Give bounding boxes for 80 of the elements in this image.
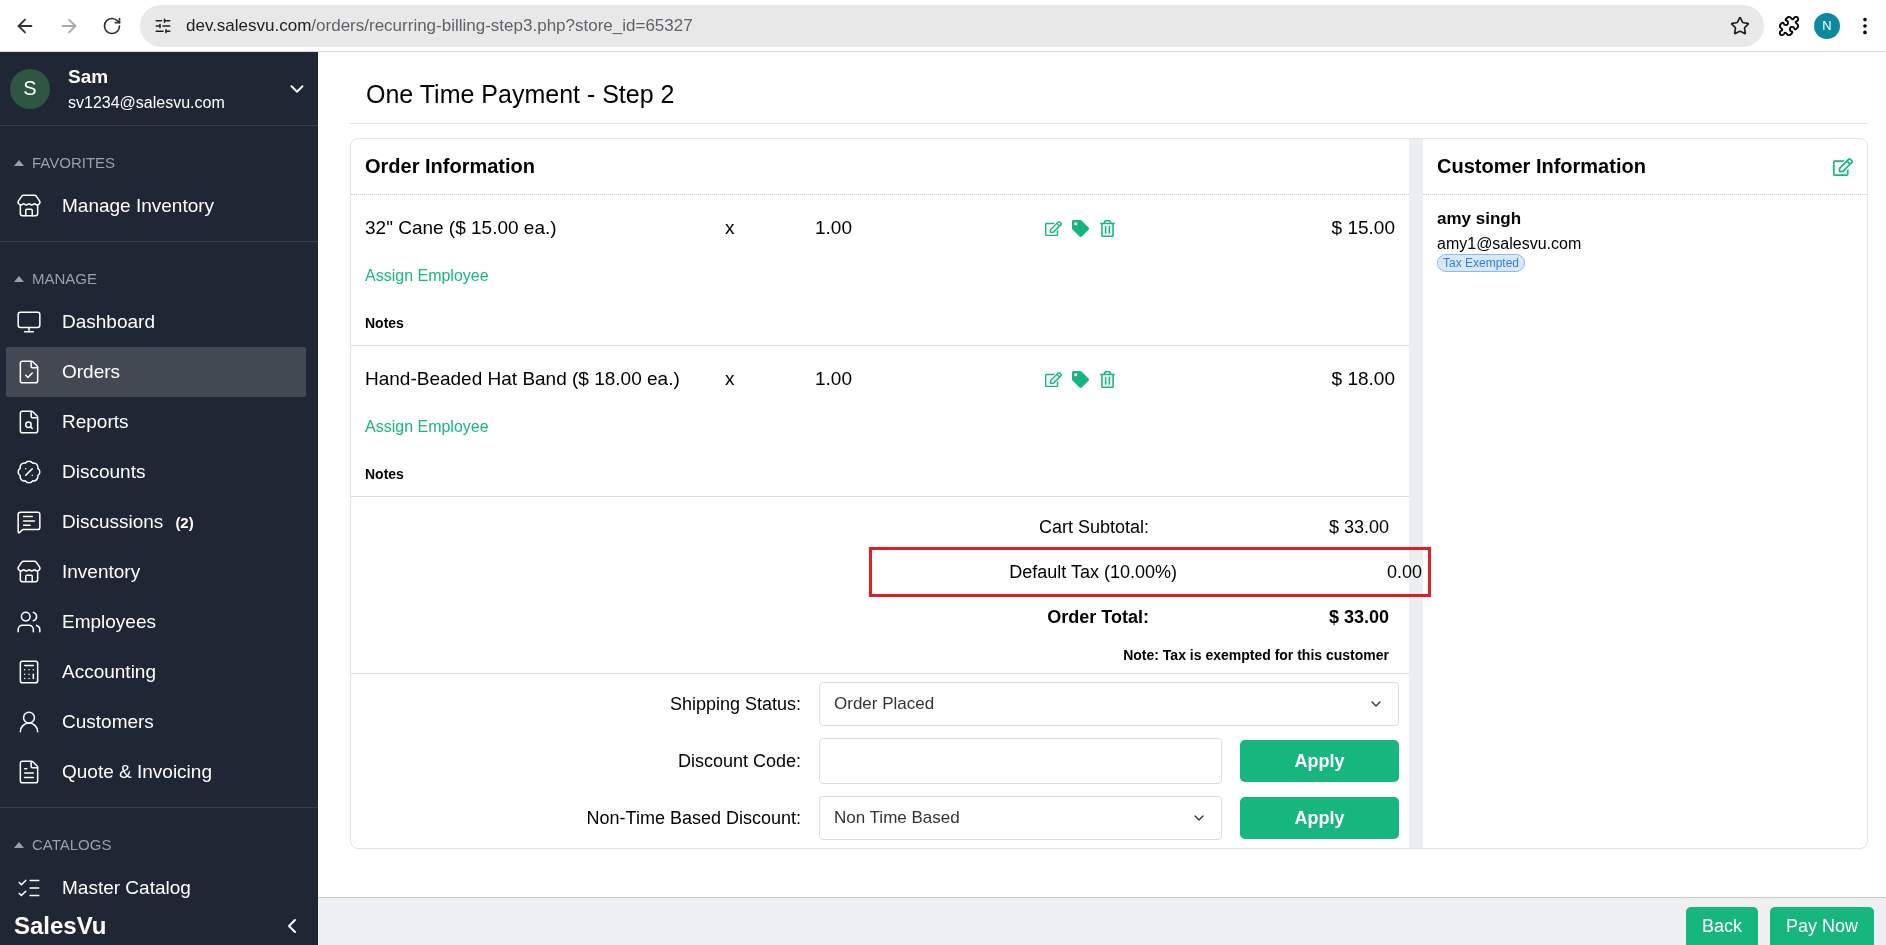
nav-label: Quote & Invoicing	[62, 761, 212, 783]
times-sign: x	[725, 217, 736, 239]
nav-label: Master Catalog	[62, 877, 191, 899]
count-label: (2)	[175, 513, 194, 531]
select-field[interactable]: Order Placed	[819, 682, 1399, 726]
bookmark-star-icon[interactable]	[1730, 15, 1750, 36]
nav-label: Reports	[62, 411, 129, 433]
nav-item[interactable]: Dashboard	[6, 297, 306, 347]
site-settings-icon[interactable]	[154, 16, 172, 35]
notes-label: Notes	[365, 315, 405, 331]
tax-note: Note: Tax is exempted for this customer	[1123, 647, 1389, 663]
total-label: Cart Subtotal:	[1037, 516, 1149, 538]
field-label: Shipping Status:	[668, 693, 801, 715]
nav-item[interactable]: Master Catalog	[6, 863, 306, 907]
customer-email: amy1@salesvu.com	[1437, 235, 1583, 253]
nav-item[interactable]: Discussions (2)	[6, 497, 306, 547]
user-email: sv1234@salesvu.com	[68, 93, 226, 112]
logo: SalesVu	[14, 912, 107, 940]
nav-item[interactable]: Employees	[6, 597, 306, 647]
profile-avatar[interactable]: N	[1814, 12, 1840, 39]
item-name: 32" Cane ($ 15.00 ea.)	[365, 217, 558, 239]
nav-icon	[16, 193, 42, 219]
nav-item[interactable]: Manage Inventory	[6, 181, 306, 231]
page-title: One Time Payment - Step 2	[350, 52, 1868, 124]
total-value: 0.00	[1385, 561, 1422, 583]
trash-icon[interactable]	[1099, 219, 1116, 237]
nav-label: Inventory	[62, 561, 141, 583]
field-label: Non-Time Based Discount:	[585, 807, 801, 829]
total-value: $ 33.00	[1327, 606, 1389, 628]
section-heading[interactable]: FAVORITES	[0, 140, 318, 181]
nav-item[interactable]: Reports	[6, 397, 306, 447]
notes-label: Notes	[365, 466, 405, 482]
item-quantity: 1.00	[815, 368, 853, 390]
field-label: Discount Code:	[676, 750, 801, 772]
nav-label: Manage Inventory	[62, 195, 215, 217]
times-sign: x	[725, 368, 736, 390]
nav-icon	[16, 459, 42, 485]
nav-label: Dashboard	[62, 311, 155, 333]
nav-item[interactable]: Inventory	[6, 547, 306, 597]
nav-item[interactable]: Orders	[6, 347, 306, 397]
item-total: $ 15.00	[1330, 217, 1395, 239]
item-name: Hand-Beaded Hat Band ($ 18.00 ea.)	[365, 368, 681, 390]
section-heading[interactable]: CATALOGS	[0, 822, 318, 863]
user-avatar: S	[10, 68, 50, 109]
nav-icon	[16, 559, 42, 585]
total-label: Order Total:	[1046, 606, 1149, 628]
reload-icon	[102, 15, 122, 36]
nav-item[interactable]: Accounting	[6, 647, 306, 697]
nav-item[interactable]: Customers	[6, 697, 306, 747]
panel-title: Order Information	[365, 155, 535, 178]
nav-icon	[16, 609, 42, 635]
edit-icon[interactable]	[1045, 370, 1062, 388]
select-field[interactable]: Non Time Based	[819, 796, 1222, 840]
section-heading[interactable]: MANAGE	[0, 256, 318, 297]
nav-label: Discussions	[62, 511, 164, 533]
extensions-icon[interactable]	[1778, 14, 1800, 37]
nav-label: Employees	[62, 611, 156, 633]
nav-label: Accounting	[62, 661, 156, 683]
item-total: $ 18.00	[1330, 368, 1395, 390]
user-name: Sam	[68, 65, 110, 88]
total-label: Default Tax (10.00%)	[1008, 561, 1177, 583]
status-tag: Tax Exempted	[1437, 254, 1526, 272]
trash-icon[interactable]	[1099, 370, 1116, 388]
customer-name: amy singh	[1437, 209, 1523, 229]
panel-title: Customer Information	[1437, 155, 1646, 178]
nav-icon	[16, 509, 42, 535]
nav-icon	[16, 309, 42, 335]
nav-item[interactable]: Discounts	[6, 447, 306, 497]
tag-icon[interactable]	[1072, 219, 1089, 237]
nav-label: Customers	[62, 711, 154, 733]
nav-item[interactable]: Quote & Invoicing	[6, 747, 306, 797]
nav-label: Discounts	[62, 461, 146, 483]
address-bar[interactable]: dev.salesvu.com/orders/recurring-billing-step3.php?store_id=65327	[140, 4, 1764, 47]
item-quantity: 1.00	[815, 217, 853, 239]
edit-icon[interactable]	[1045, 219, 1062, 237]
nav-label: Orders	[62, 361, 121, 383]
total-value: $ 33.00	[1327, 516, 1389, 538]
edit-icon[interactable]	[1833, 156, 1853, 177]
tag-icon[interactable]	[1072, 370, 1089, 388]
input-field[interactable]	[819, 738, 1222, 784]
